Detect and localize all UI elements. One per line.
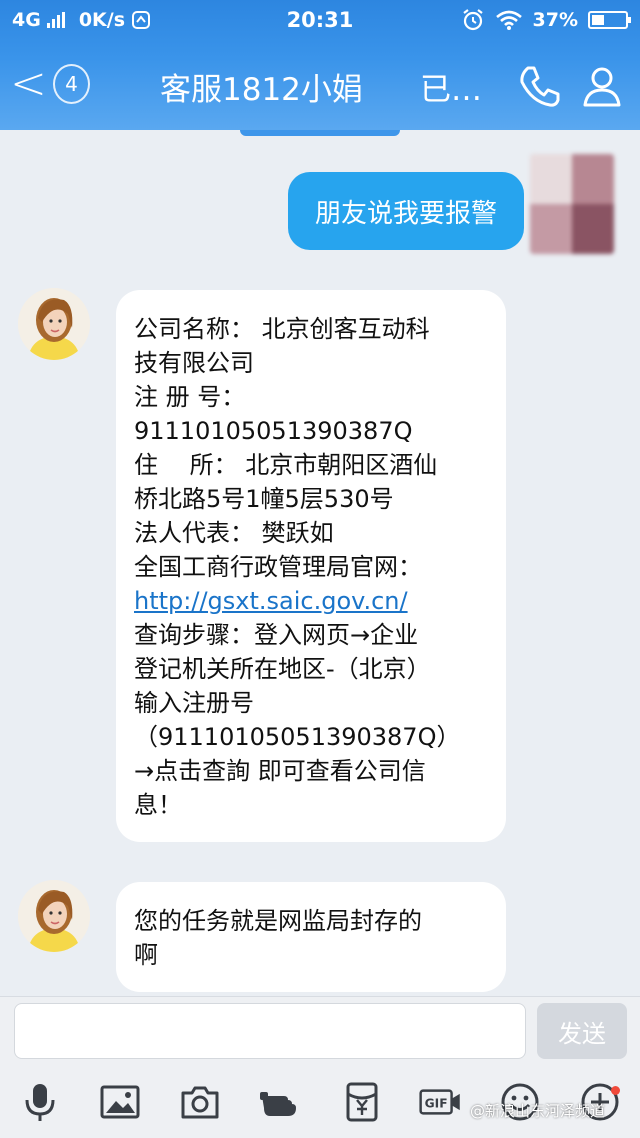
unread-count-badge: 4 <box>52 64 90 104</box>
microphone-icon <box>25 1084 55 1121</box>
message-line: 住 所： 北京市朝阳区酒仙 <box>134 451 438 479</box>
my-avatar[interactable] <box>530 154 614 254</box>
battery-icon <box>588 11 631 29</box>
camera-button[interactable] <box>176 1078 224 1126</box>
message-line: 注 册 号： <box>134 383 246 411</box>
message-input[interactable] <box>14 1003 526 1059</box>
message-line: 桥北路5号1幢5层530号 <box>134 485 394 513</box>
outgoing-message[interactable]: 朋友说我要报警 <box>288 172 524 250</box>
send-button[interactable]: 发送 <box>537 1003 627 1059</box>
incoming-message-task[interactable]: 您的任务就是网监局封存的 啊 <box>116 882 506 992</box>
top-bar: 4G 0K/s 20:31 37% < 4 客服1812小娟 已… <box>0 0 640 130</box>
profile-icon[interactable] <box>578 62 626 110</box>
gif-button[interactable]: GIF <box>414 1078 468 1126</box>
back-button[interactable]: < 4 <box>10 58 90 110</box>
message-line: 查询步骤：登入网页→企业 <box>134 621 419 649</box>
red-packet-button[interactable] <box>338 1078 386 1126</box>
battery-fill <box>592 15 604 25</box>
image-icon <box>100 1085 140 1119</box>
scroll-edge <box>240 130 400 136</box>
message-line: 输入注册号 <box>134 689 254 717</box>
chat-header: < 4 客服1812小娟 已… <box>0 40 640 130</box>
message-line: 技有限公司 <box>134 349 254 377</box>
chat-title[interactable]: 客服1812小娟 <box>160 64 363 109</box>
agent-avatar[interactable] <box>18 288 90 360</box>
message-line: （91110105051390387Q） <box>134 723 461 751</box>
message-line: 您的任务就是网监局封存的 <box>134 907 422 935</box>
poke-button[interactable] <box>256 1078 304 1126</box>
message-list[interactable]: 朋友说我要报警 公司名称： 北京创客互动科 技有限公司 注 册 号： 91110… <box>0 130 640 996</box>
agent-photo <box>18 288 90 360</box>
chevron-left-icon: < <box>10 58 47 109</box>
composer: 发送 <box>0 996 640 1066</box>
image-button[interactable] <box>96 1078 144 1126</box>
message-line: 法人代表： 樊跃如 <box>134 519 334 547</box>
status-right: 37% <box>461 8 631 32</box>
gif-icon: GIF <box>419 1089 460 1115</box>
agent-avatar[interactable] <box>18 880 90 952</box>
agent-photo <box>18 880 90 952</box>
message-line: 91110105051390387Q <box>134 417 413 445</box>
alarm-icon <box>462 9 483 31</box>
notification-dot <box>611 1086 620 1095</box>
incoming-message-company-info[interactable]: 公司名称： 北京创客互动科 技有限公司 注 册 号： 9111010505139… <box>116 290 506 842</box>
chat-status: 已… <box>420 72 482 108</box>
gif-label: GIF <box>425 1097 448 1111</box>
phone-icon[interactable] <box>516 62 564 110</box>
battery-percent: 37% <box>532 9 578 31</box>
website-link[interactable]: http://gsxt.saic.gov.cn/ <box>134 584 488 618</box>
microphone-button[interactable] <box>16 1078 64 1126</box>
hand-icon <box>260 1092 296 1116</box>
watermark: @新浪山东河泽频道 <box>470 1102 606 1120</box>
message-line: 公司名称： 北京创客互动科 <box>134 315 430 343</box>
message-line: 啊 <box>134 941 158 969</box>
message-line: 登记机关所在地区-（北京） <box>134 655 431 683</box>
message-line: 息！ <box>134 791 182 819</box>
status-bar: 4G 0K/s 20:31 37% <box>0 0 640 40</box>
camera-icon <box>181 1086 219 1119</box>
wifi-icon <box>495 10 522 30</box>
message-line: →点击查詢 即可查看公司信 <box>134 757 426 785</box>
red-packet-icon <box>346 1082 378 1122</box>
message-line: 全国工商行政管理局官网： <box>134 553 422 581</box>
